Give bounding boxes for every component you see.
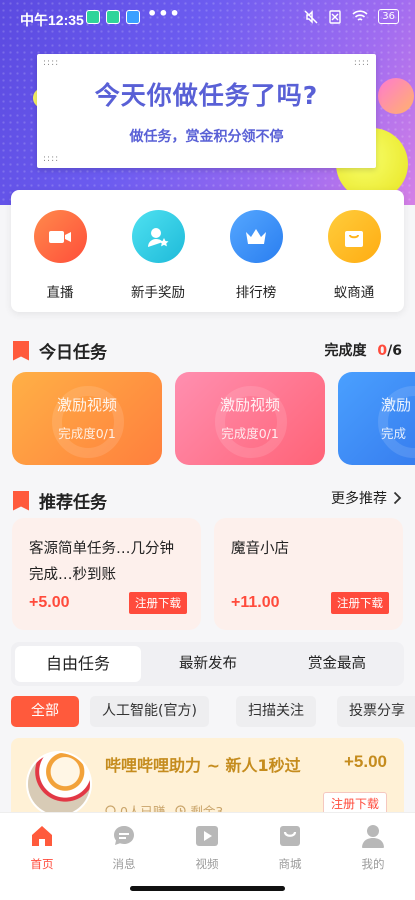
chevron-right-icon bbox=[393, 491, 402, 505]
progress-total: /6 bbox=[387, 343, 402, 359]
task-price: +5.00 bbox=[343, 752, 387, 771]
board-corner-dots: :::: bbox=[353, 58, 370, 68]
status-right: 36 bbox=[304, 9, 399, 24]
task-title: 哔哩哔哩助力 ~ 新人1秒过 bbox=[105, 756, 301, 775]
more-recommend-label: 更多推荐 bbox=[331, 491, 387, 507]
register-download-button[interactable]: 注册下载 bbox=[331, 592, 389, 614]
home-indicator[interactable] bbox=[130, 886, 285, 891]
shield-app-icon bbox=[106, 10, 120, 24]
section-title: 推荐任务 bbox=[39, 493, 107, 513]
bookmark-flag-icon bbox=[13, 490, 29, 511]
nav-shop[interactable]: 商城 bbox=[260, 823, 320, 872]
nav-messages[interactable]: 消息 bbox=[94, 823, 154, 872]
banner-subtitle: 做任务，赏金积分领不停 bbox=[129, 129, 284, 145]
nav-home[interactable]: 首页 bbox=[12, 823, 72, 872]
today-task-title: 激励视频 bbox=[219, 396, 280, 414]
tab-free-tasks[interactable]: 自由任务 bbox=[15, 646, 141, 682]
nav-label: 首页 bbox=[30, 857, 54, 871]
recommend-task-price: +5.00 bbox=[29, 594, 70, 611]
more-recommend-link[interactable]: 更多推荐 bbox=[331, 488, 402, 508]
today-task-progress: 完成度0/1 bbox=[221, 426, 279, 441]
today-progress: 完成度 0/6 bbox=[325, 340, 402, 360]
today-tasks-heading: 今日任务 bbox=[13, 338, 107, 363]
message-icon bbox=[114, 826, 134, 845]
app-screen: :::: :::: :::: 今天你做任务了吗? 做任务，赏金积分领不停 中午1… bbox=[0, 0, 415, 900]
quick-entry-live[interactable]: 直播 bbox=[20, 210, 100, 301]
recommend-task-price: +11.00 bbox=[231, 594, 280, 611]
today-task-progress: 完成 bbox=[381, 426, 407, 441]
chat-app-icon bbox=[126, 10, 140, 24]
recommend-task-card[interactable]: 魔音小店 +11.00 注册下载 bbox=[214, 518, 403, 630]
today-task-title: 激励 bbox=[381, 396, 412, 414]
no-sim-icon bbox=[329, 9, 341, 24]
filter-chip-all[interactable]: 全部 bbox=[11, 696, 79, 727]
quick-entry-mayi-shangtong[interactable]: 蚁商通 bbox=[314, 210, 394, 301]
banner-board: :::: :::: :::: 今天你做任务了吗? 做任务，赏金积分领不停 bbox=[37, 54, 376, 168]
bookmark-flag-icon bbox=[13, 340, 29, 361]
recommend-task-name: 客源简单任务…几分钟完成…秒到账 bbox=[29, 541, 174, 583]
quick-entry-leaderboard[interactable]: 排行榜 bbox=[216, 210, 296, 301]
play-icon bbox=[196, 826, 218, 846]
quick-entry-label: 新手奖励 bbox=[131, 285, 185, 301]
more-notifications-icon: ••• bbox=[147, 4, 181, 23]
wifi-icon bbox=[352, 10, 368, 21]
banner-title: 今天你做任务了吗? bbox=[94, 81, 319, 110]
filter-chip-scan-follow[interactable]: 扫描关注 bbox=[236, 696, 316, 727]
tab-highest-reward[interactable]: 赏金最高 bbox=[274, 646, 400, 682]
quick-entry-newbie-reward[interactable]: 新手奖励 bbox=[118, 210, 198, 301]
notification-icons bbox=[86, 10, 140, 24]
home-icon bbox=[32, 826, 52, 846]
task-avatar-image bbox=[28, 753, 90, 815]
register-download-button[interactable]: 注册下载 bbox=[129, 592, 187, 614]
video-camera-icon bbox=[33, 210, 87, 263]
today-task-card[interactable]: 激励视频 完成度0/1 bbox=[175, 372, 325, 465]
nav-me[interactable]: 我的 bbox=[343, 823, 403, 872]
quick-entry-label: 排行榜 bbox=[235, 285, 277, 301]
user-star-icon bbox=[131, 210, 185, 263]
section-title: 今日任务 bbox=[39, 343, 107, 363]
tab-latest[interactable]: 最新发布 bbox=[145, 646, 271, 682]
nav-label: 视频 bbox=[195, 857, 219, 871]
progress-done: 0 bbox=[377, 343, 388, 359]
quick-entry-label: 直播 bbox=[46, 285, 74, 301]
filter-chip-vote-share[interactable]: 投票分享 bbox=[337, 696, 415, 727]
progress-label: 完成度 bbox=[324, 343, 367, 359]
shop-bag-icon bbox=[280, 826, 300, 846]
filter-chip-ai-official[interactable]: 人工智能(官方) bbox=[90, 696, 209, 727]
recommend-tasks-heading: 推荐任务 bbox=[13, 488, 107, 513]
nav-label: 消息 bbox=[112, 857, 136, 871]
today-task-card[interactable]: 激励 完成 bbox=[338, 372, 415, 465]
nav-label: 我的 bbox=[361, 857, 385, 871]
person-icon bbox=[362, 825, 384, 848]
status-bar: 中午12:35 ••• 36 bbox=[0, 0, 415, 36]
today-task-progress: 完成度0/1 bbox=[58, 426, 116, 441]
quick-entry-panel: 直播 新手奖励 排行榜 蚁商通 bbox=[11, 190, 404, 312]
today-task-card[interactable]: 激励视频 完成度0/1 bbox=[12, 372, 162, 465]
recommend-task-card[interactable]: 客源简单任务…几分钟完成…秒到账 +5.00 注册下载 bbox=[12, 518, 201, 630]
today-task-title: 激励视频 bbox=[56, 396, 117, 414]
shopping-bag-icon bbox=[327, 210, 381, 263]
board-corner-dots: :::: bbox=[43, 154, 60, 164]
battery-icon: 36 bbox=[378, 9, 399, 24]
quick-entry-label: 蚁商通 bbox=[333, 285, 375, 301]
task-tabs: 自由任务 最新发布 赏金最高 bbox=[11, 642, 404, 686]
pink-ball-decoration bbox=[378, 78, 414, 114]
mute-icon bbox=[304, 9, 318, 24]
shield-app-icon bbox=[86, 10, 100, 24]
nav-label: 商城 bbox=[278, 857, 302, 871]
nav-video[interactable]: 视频 bbox=[177, 823, 237, 872]
board-corner-dots: :::: bbox=[43, 58, 60, 68]
recommend-task-name: 魔音小店 bbox=[231, 541, 289, 557]
crown-icon bbox=[229, 210, 283, 263]
status-time: 中午12:35 bbox=[20, 12, 84, 28]
